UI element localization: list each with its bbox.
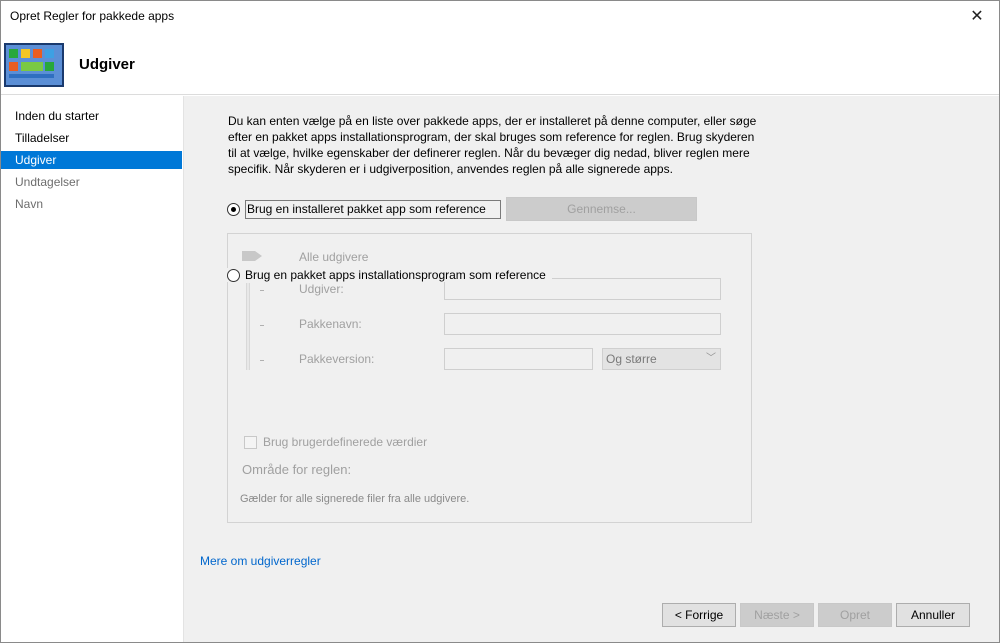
radio-installer-indicator[interactable] <box>227 268 240 282</box>
close-button[interactable]: ✕ <box>955 1 999 31</box>
nav-item-exceptions[interactable]: Undtagelser <box>1 173 182 191</box>
rule-slider-track[interactable] <box>246 283 250 370</box>
create-button[interactable]: Opret <box>818 603 892 627</box>
wizard-header: Udgiver <box>1 32 999 95</box>
version-compare-value: Og større <box>606 352 657 366</box>
slider-tick <box>260 360 264 361</box>
packaged-apps-icon <box>4 43 64 87</box>
nav-item-permissions[interactable]: Tilladelser <box>1 129 182 147</box>
scope-description: Gælder for alle signerede filer fra alle… <box>240 493 470 505</box>
nav-item-before-you-begin[interactable]: Inden du starter <box>1 107 182 125</box>
scope-heading: Område for reglen: <box>242 462 352 477</box>
next-button[interactable]: Næste > <box>740 603 814 627</box>
package-version-label: Pakkeversion: <box>299 352 375 366</box>
package-name-field[interactable] <box>444 313 721 335</box>
custom-values-checkbox-row[interactable]: Brug brugerdefinerede værdier <box>244 435 427 449</box>
package-version-field[interactable] <box>444 348 593 370</box>
radio-installer[interactable]: Brug en pakket apps installationsprogram… <box>227 268 552 282</box>
wizard-window: Opret Regler for pakkede apps ✕ Udgiver … <box>0 0 1000 643</box>
more-about-publisher-rules-link[interactable]: Mere om udgiverregler <box>200 554 321 568</box>
nav-item-publisher[interactable]: Udgiver <box>1 151 182 169</box>
slider-level-label: Alle udgivere <box>299 250 369 264</box>
instructions-text: Du kan enten vælge på en liste over pakk… <box>228 114 757 176</box>
publisher-label: Udgiver: <box>299 282 344 296</box>
slider-tick <box>260 290 264 291</box>
window-title: Opret Regler for pakkede apps <box>10 9 175 23</box>
cancel-button[interactable]: Annuller <box>896 603 970 627</box>
page-title: Udgiver <box>79 56 135 73</box>
back-button[interactable]: < Forrige <box>662 603 736 627</box>
close-icon: ✕ <box>970 8 984 25</box>
chevron-down-icon: ﹀ <box>706 353 716 364</box>
wizard-content: Du kan enten vælge på en liste over pakk… <box>183 96 999 642</box>
radio-installed-app-indicator[interactable] <box>227 203 240 216</box>
slider-tick <box>260 325 264 326</box>
radio-installed-app[interactable]: Brug en installeret pakket app som refer… <box>227 200 501 219</box>
title-bar: Opret Regler for pakkede apps ✕ <box>1 1 999 32</box>
version-compare-dropdown[interactable]: Og større ﹀ <box>602 348 721 370</box>
nav-item-name[interactable]: Navn <box>1 195 182 213</box>
radio-installed-app-label: Brug en installeret pakket app som refer… <box>245 200 501 219</box>
browse-button[interactable]: Gennemse... <box>506 197 697 221</box>
custom-values-label: Brug brugerdefinerede værdier <box>263 435 428 449</box>
radio-installer-label: Brug en pakket apps installationsprogram… <box>245 268 546 282</box>
wizard-steps-nav: Inden du starter Tilladelser Udgiver Und… <box>1 96 182 642</box>
custom-values-checkbox[interactable] <box>244 435 257 449</box>
slider-thumb-icon[interactable] <box>242 251 262 261</box>
package-name-label: Pakkenavn: <box>299 317 362 331</box>
